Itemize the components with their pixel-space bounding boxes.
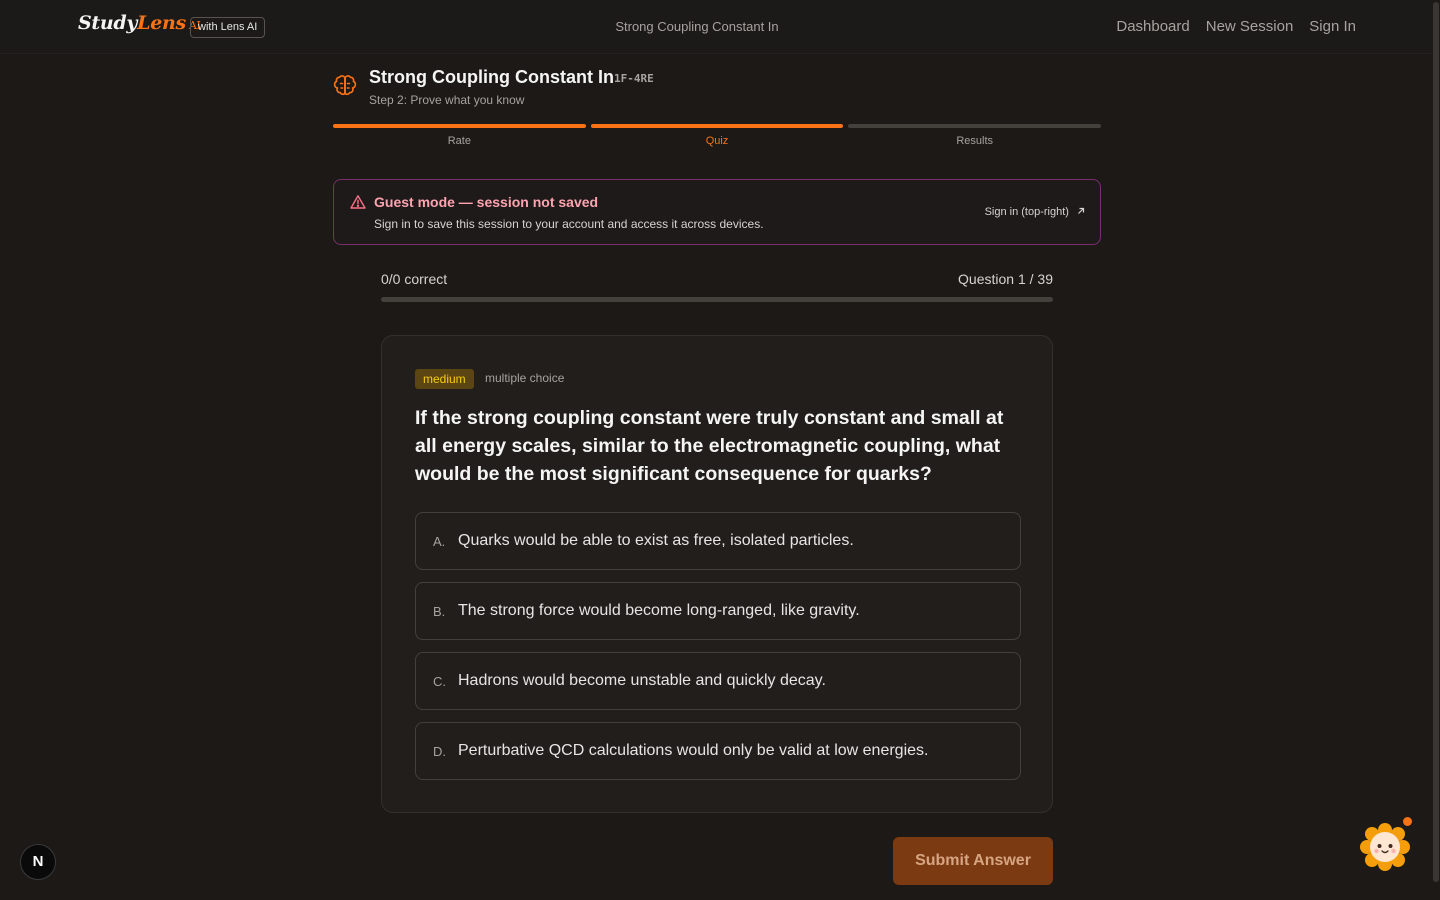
step-quiz: Quiz <box>590 124 844 147</box>
step-results-label: Results <box>956 135 994 147</box>
session-title: Strong Coupling Constant In <box>369 67 614 87</box>
top-navigation-bar: StudyLens AI with Lens AI Strong Coupling… <box>0 0 1440 54</box>
notification-dot <box>1403 817 1412 826</box>
main-nav: Dashboard New Session Sign In <box>1116 18 1356 35</box>
step-progress: Rate Quiz Results <box>333 124 1102 147</box>
question-text: If the strong coupling constant were tru… <box>415 407 1004 485</box>
dev-tools-badge[interactable]: N <box>20 844 56 880</box>
step-rate-bar <box>333 124 586 128</box>
step-quiz-bar <box>590 124 844 128</box>
arrow-up-right-icon <box>1078 207 1085 214</box>
banner-sign-in-link[interactable]: Sign in (top-right) <box>985 206 1086 218</box>
option-text: The strong force would become long-range… <box>458 602 860 619</box>
nav-sign-in-link[interactable]: Sign In <box>1309 18 1356 35</box>
step-rate: Rate <box>333 124 586 147</box>
step-rate-label: Rate <box>447 135 471 147</box>
option-letter: A. <box>433 534 446 549</box>
question-type: multiple choice <box>485 371 565 385</box>
session-code: 1F-4RE <box>614 72 654 85</box>
nav-new-session-link[interactable]: New Session <box>1206 18 1294 35</box>
answer-option-d[interactable]: D. Perturbative QCD calculations would o… <box>415 722 1021 780</box>
option-text: Quarks would be able to exist as free, i… <box>458 532 854 549</box>
banner-sign-in-label: Sign in (top-right) <box>984 206 1069 218</box>
step-quiz-label: Quiz <box>705 135 729 147</box>
answer-option-c[interactable]: C. Hadrons would become unstable and qui… <box>415 652 1021 710</box>
brain-icon <box>333 75 357 96</box>
nav-dashboard-link[interactable]: Dashboard <box>1116 18 1189 35</box>
option-letter: B. <box>433 604 446 619</box>
option-letter: D. <box>433 744 446 759</box>
submit-answer-button[interactable]: Submit Answer <box>893 837 1053 885</box>
mascot-assistant-icon[interactable] <box>1358 820 1412 874</box>
warning-triangle-icon <box>350 195 366 209</box>
option-text: Perturbative QCD calculations would only… <box>458 742 929 759</box>
page-scrollbar[interactable] <box>1432 0 1440 900</box>
question-card: medium multiple choice If the strong cou… <box>381 335 1053 813</box>
score-correct: 0/0 correct <box>381 271 448 287</box>
quiz-progress-bar <box>381 297 1053 302</box>
option-text: Hadrons would become unstable and quickl… <box>458 672 826 689</box>
difficulty-badge: medium <box>415 369 474 389</box>
answer-option-a[interactable]: A. Quarks would be able to exist as free… <box>415 512 1021 570</box>
session-step-subtitle: Step 2: Prove what you know <box>369 93 525 107</box>
step-results: Results <box>848 124 1102 147</box>
option-letter: C. <box>433 674 446 689</box>
banner-title: Guest mode — session not saved <box>374 194 599 210</box>
question-counter: Question 1 / 39 <box>958 271 1053 287</box>
answer-option-b[interactable]: B. The strong force would become long-ra… <box>415 582 1021 640</box>
step-results-bar <box>848 124 1102 128</box>
scrollbar-thumb[interactable] <box>1433 2 1439 882</box>
banner-text: Sign in to save this session to your acc… <box>374 217 764 231</box>
guest-mode-banner: Guest mode — session not saved Sign in t… <box>333 179 1101 245</box>
